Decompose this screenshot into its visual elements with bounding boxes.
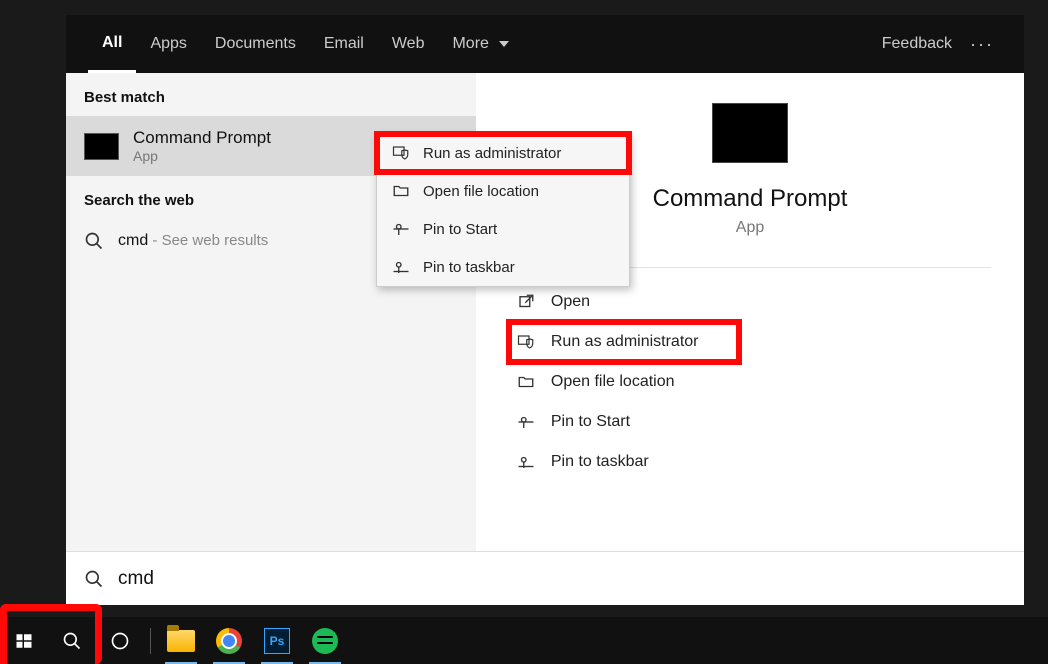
action-run-as-administrator[interactable]: Run as administrator xyxy=(509,322,739,362)
pin-start-icon xyxy=(391,220,411,238)
tab-more-label: More xyxy=(452,35,488,53)
search-popup: All Apps Documents Email Web More Feedba… xyxy=(66,15,1024,605)
ctx-open-file-location[interactable]: Open file location xyxy=(377,172,629,210)
ctx-run-as-administrator[interactable]: Run as administrator xyxy=(377,134,629,172)
ctx-pin-to-taskbar[interactable]: Pin to taskbar xyxy=(377,248,629,286)
admin-shield-icon xyxy=(515,333,537,351)
ctx-pin-taskbar-label: Pin to taskbar xyxy=(423,259,515,276)
result-title: Command Prompt xyxy=(133,128,271,148)
web-query: cmd xyxy=(118,232,148,249)
tab-email[interactable]: Email xyxy=(310,15,378,73)
ctx-admin-label: Run as administrator xyxy=(423,145,561,162)
search-input[interactable] xyxy=(118,568,1006,590)
web-suffix: - See web results xyxy=(148,232,268,249)
highlight-annotation-edge xyxy=(0,604,7,664)
cortana-button[interactable] xyxy=(96,617,144,664)
ctx-folder-label: Open file location xyxy=(423,183,539,200)
pin-taskbar-icon xyxy=(515,453,537,471)
tab-more[interactable]: More xyxy=(438,15,522,73)
command-prompt-icon xyxy=(84,133,119,160)
detail-command-prompt-icon xyxy=(712,103,788,163)
spotify-icon xyxy=(312,628,338,654)
admin-shield-icon xyxy=(391,144,411,162)
tab-apps[interactable]: Apps xyxy=(136,15,200,73)
action-folder-label: Open file location xyxy=(551,373,675,391)
topbar-tabs: All Apps Documents Email Web More xyxy=(88,15,523,73)
taskbar-app-chrome[interactable] xyxy=(205,617,253,664)
tab-all[interactable]: All xyxy=(88,15,136,73)
web-result-text: cmd - See web results xyxy=(118,232,268,250)
action-list: Open Run as administrator Open file loca… xyxy=(509,282,991,482)
pin-start-icon xyxy=(515,413,537,431)
open-icon xyxy=(515,293,537,311)
action-open-file-location[interactable]: Open file location xyxy=(509,362,991,402)
detail-title: Command Prompt xyxy=(653,185,848,213)
ctx-pin-to-start[interactable]: Pin to Start xyxy=(377,210,629,248)
tab-web[interactable]: Web xyxy=(378,15,439,73)
taskbar-app-spotify[interactable] xyxy=(301,617,349,664)
folder-icon xyxy=(391,182,411,200)
action-pin-start-label: Pin to Start xyxy=(551,413,630,431)
action-pin-to-start[interactable]: Pin to Start xyxy=(509,402,991,442)
photoshop-icon: Ps xyxy=(264,628,290,654)
chevron-down-icon xyxy=(499,41,509,47)
file-explorer-icon xyxy=(167,630,195,652)
windows-logo-icon xyxy=(15,632,33,650)
chrome-icon xyxy=(216,628,242,654)
search-icon xyxy=(62,631,82,651)
taskbar-search-button[interactable] xyxy=(48,617,96,664)
search-content: Best match Command Prompt App Search the… xyxy=(66,73,1024,551)
result-text: Command Prompt App xyxy=(133,128,271,164)
ctx-pin-start-label: Pin to Start xyxy=(423,221,497,238)
context-menu: Run as administrator Open file location … xyxy=(376,133,630,287)
cortana-icon xyxy=(110,631,130,651)
search-topbar: All Apps Documents Email Web More Feedba… xyxy=(66,15,1024,73)
search-input-row xyxy=(66,551,1024,605)
start-button[interactable] xyxy=(0,617,48,664)
folder-icon xyxy=(515,373,537,391)
search-icon xyxy=(84,569,104,589)
taskbar-divider xyxy=(150,628,151,654)
more-options-button[interactable]: ··· xyxy=(962,34,1002,55)
search-icon xyxy=(84,231,104,251)
taskbar-app-photoshop[interactable]: Ps xyxy=(253,617,301,664)
action-open[interactable]: Open xyxy=(509,282,991,322)
taskbar-app-explorer[interactable] xyxy=(157,617,205,664)
action-pin-taskbar-label: Pin to taskbar xyxy=(551,453,649,471)
taskbar: Ps xyxy=(0,617,1048,664)
result-subtitle: App xyxy=(133,148,271,164)
action-admin-label: Run as administrator xyxy=(551,333,699,351)
detail-subtitle: App xyxy=(736,219,764,237)
tab-documents[interactable]: Documents xyxy=(201,15,310,73)
action-pin-to-taskbar[interactable]: Pin to taskbar xyxy=(509,442,991,482)
pin-taskbar-icon xyxy=(391,258,411,276)
feedback-link[interactable]: Feedback xyxy=(872,35,962,53)
action-open-label: Open xyxy=(551,293,590,311)
best-match-header: Best match xyxy=(66,73,476,116)
